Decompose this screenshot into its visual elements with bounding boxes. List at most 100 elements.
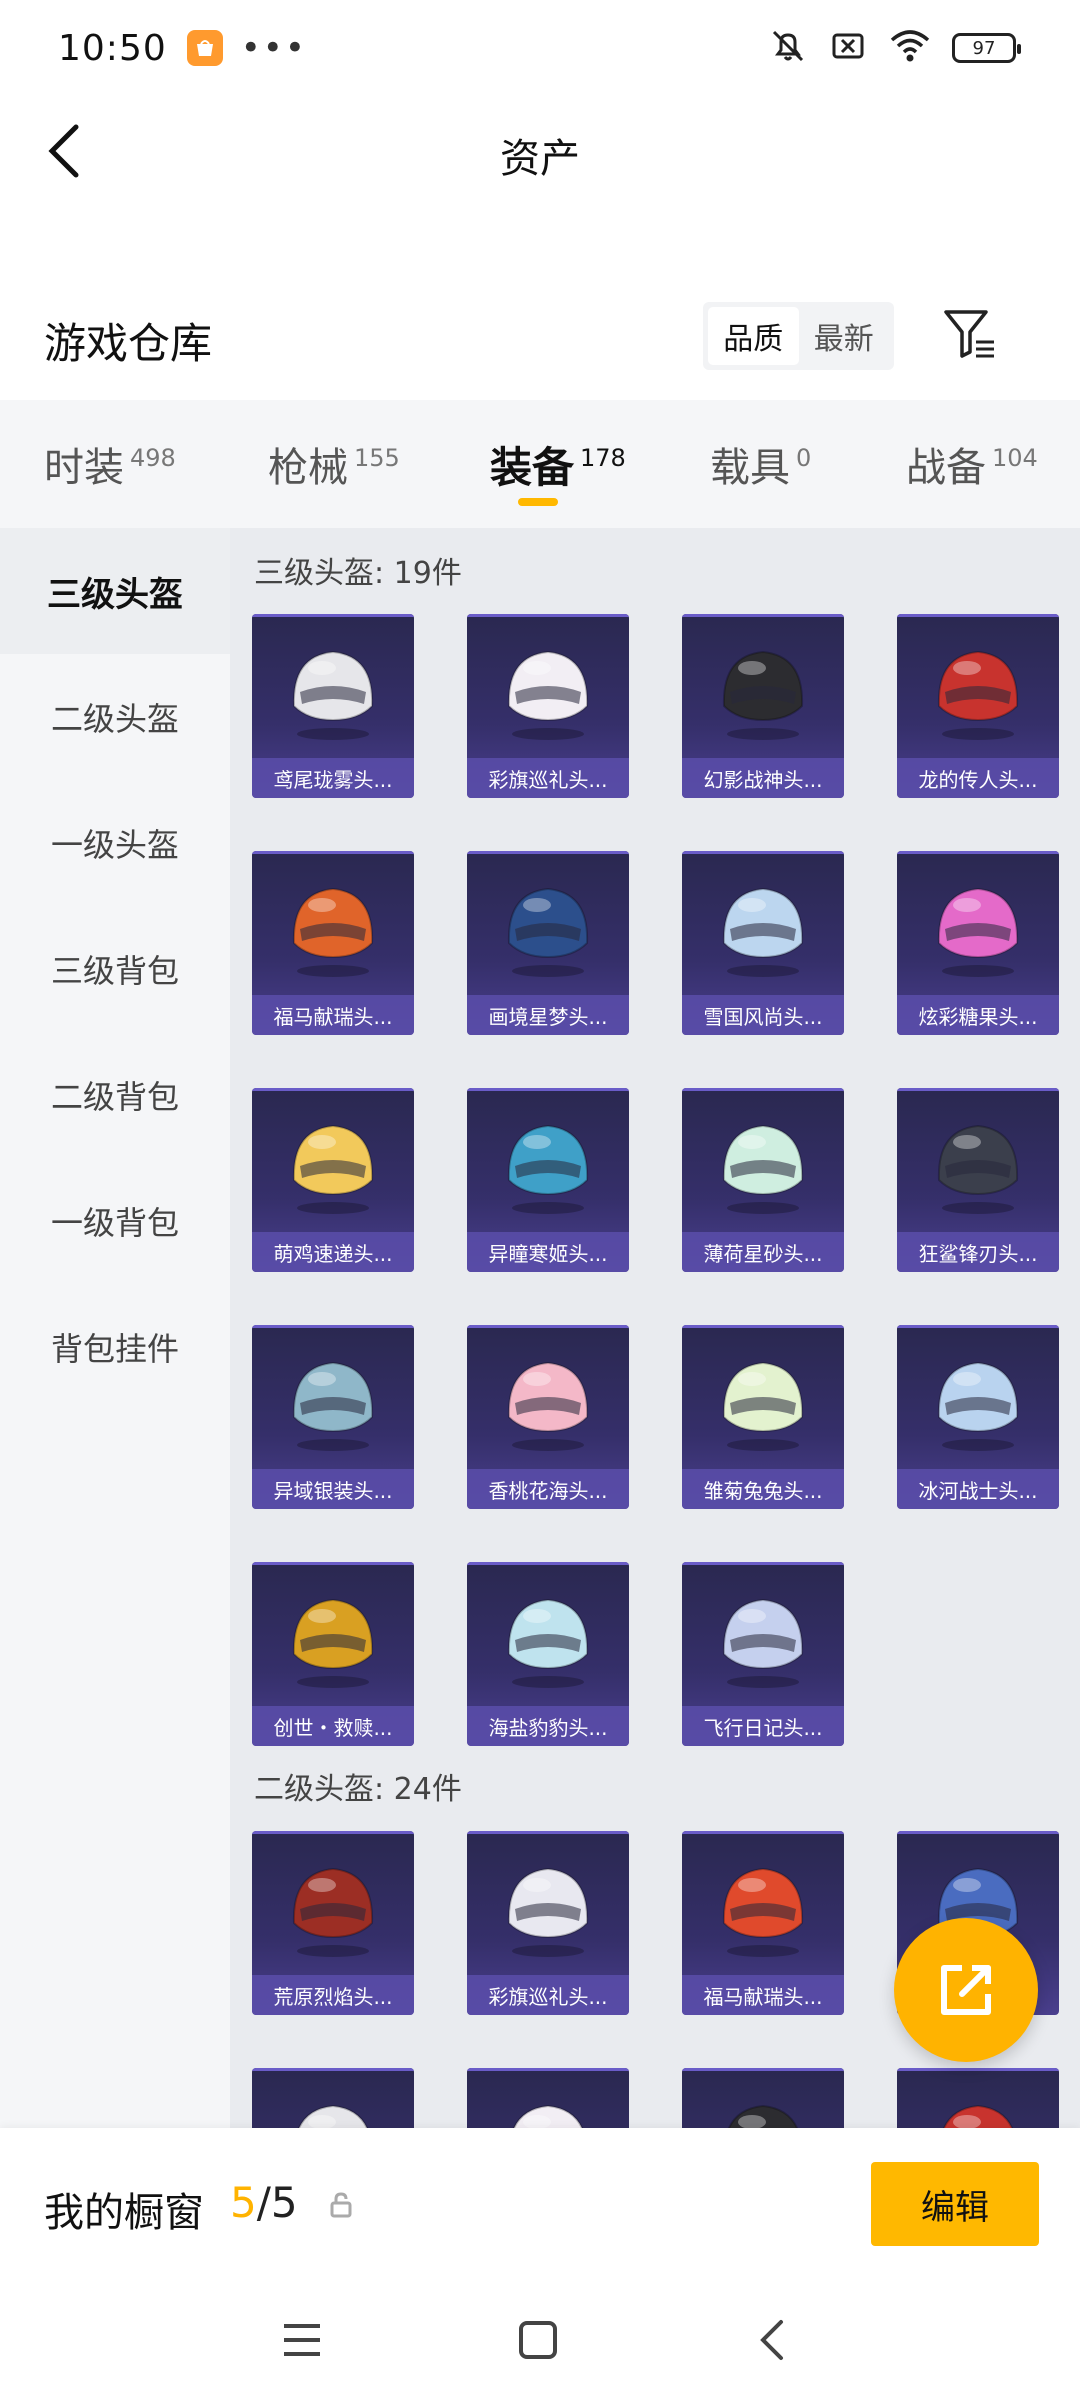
helmet-icon [923, 634, 1033, 744]
tab-equipment[interactable]: 装备 178 [490, 400, 626, 528]
item-card[interactable]: 彩旗巡礼头... [467, 1831, 629, 2015]
tab-count: 178 [580, 444, 626, 472]
helmet-icon [278, 1108, 388, 1218]
tab-count: 155 [354, 444, 400, 472]
item-card[interactable]: 海盐豹豹头... [467, 1562, 629, 1746]
item-card[interactable]: 幻影战神头... [682, 614, 844, 798]
item-card[interactable]: 创世・救赎... [252, 1562, 414, 1746]
item-name: 雏菊兔兔头... [682, 1469, 844, 1509]
sort-toggle: 品质 最新 [703, 302, 894, 370]
back-nav-button[interactable] [742, 2310, 802, 2370]
item-name: 龙的传人头... [897, 758, 1059, 798]
header: 资产 [0, 96, 1080, 206]
helmet-icon [493, 1851, 603, 1961]
item-name: 冰河战士头... [897, 1469, 1059, 1509]
sidebar-item-level1-helmet[interactable]: 一级头盔 [0, 780, 230, 906]
item-card[interactable]: 炫彩糖果头... [897, 851, 1059, 1035]
tab-fashion[interactable]: 时装 498 [44, 400, 176, 528]
helmet-icon [493, 2088, 603, 2128]
helmet-icon [708, 1108, 818, 1218]
helmet-icon [278, 2088, 388, 2128]
showcase-current: 5 [230, 2178, 257, 2227]
item-card[interactable]: 福马献瑞头... [682, 1831, 844, 2015]
item-card[interactable]: 彩旗巡礼头... [467, 614, 629, 798]
item-card[interactable]: 画境星梦头... [467, 851, 629, 1035]
filter-button[interactable] [940, 304, 1000, 364]
wifi-icon [888, 26, 932, 70]
helmet-icon [923, 1345, 1033, 1455]
helmet-icon [708, 2088, 818, 2128]
item-card[interactable]: 萌鸡速递头... [252, 1088, 414, 1272]
helmet-icon [493, 871, 603, 981]
item-card[interactable] [897, 2068, 1059, 2128]
tab-battle-gear[interactable]: 战备 104 [906, 400, 1038, 528]
section-title: 二级头盔: 24件 [254, 1772, 462, 1807]
item-card[interactable]: 福马献瑞头... [252, 851, 414, 1035]
tab-count: 104 [992, 444, 1038, 472]
tab-weapons[interactable]: 枪械 155 [268, 400, 400, 528]
tab-label: 载具 [710, 445, 790, 491]
edit-button[interactable]: 编辑 [871, 2162, 1039, 2246]
category-tabs: 时装 498 枪械 155 装备 178 载具 0 战备 104 [0, 400, 1080, 528]
lock-icon [330, 2192, 352, 2222]
share-button[interactable] [894, 1918, 1038, 2062]
battery-icon: 97 [952, 33, 1021, 63]
item-card[interactable]: 雪国风尚头... [682, 851, 844, 1035]
sidebar-item-level2-helmet[interactable]: 二级头盔 [0, 654, 230, 780]
item-card[interactable]: 薄荷星砂头... [682, 1088, 844, 1272]
status-icons: 97 [768, 26, 1021, 70]
section-title: 三级头盔: 19件 [254, 556, 462, 591]
sim-off-icon [828, 26, 868, 70]
helmet-icon [278, 1851, 388, 1961]
helmet-icon [708, 1851, 818, 1961]
tab-vehicles[interactable]: 载具 0 [710, 400, 811, 528]
item-name: 雪国风尚头... [682, 995, 844, 1035]
helmet-icon [923, 1108, 1033, 1218]
item-card[interactable]: 香桃花海头... [467, 1325, 629, 1509]
tab-label: 时装 [44, 445, 124, 491]
item-card[interactable]: 龙的传人头... [897, 614, 1059, 798]
item-card[interactable] [467, 2068, 629, 2128]
helmet-icon [278, 1582, 388, 1692]
mute-icon [768, 26, 808, 70]
showcase-total: /5 [256, 2178, 298, 2227]
page-title: 资产 [500, 136, 580, 182]
warehouse-row: 游戏仓库 品质 最新 [0, 296, 1080, 376]
item-name: 香桃花海头... [467, 1469, 629, 1509]
sidebar-item-level2-backpack[interactable]: 二级背包 [0, 1032, 230, 1158]
item-card[interactable]: 冰河战士头... [897, 1325, 1059, 1509]
item-card[interactable] [682, 2068, 844, 2128]
item-name: 异域银装头... [252, 1469, 414, 1509]
helmet-icon [493, 1108, 603, 1218]
status-bar: 10:50 ••• 97 [0, 0, 1080, 96]
item-name: 炫彩糖果头... [897, 995, 1059, 1035]
item-name: 萌鸡速递头... [252, 1232, 414, 1272]
helmet-icon [493, 1345, 603, 1455]
item-card[interactable]: 雏菊兔兔头... [682, 1325, 844, 1509]
item-name: 鸢尾珑雾头... [252, 758, 414, 798]
status-time: 10:50 [58, 27, 167, 69]
more-notifications-icon: ••• [240, 28, 307, 68]
item-card[interactable] [252, 2068, 414, 2128]
sidebar-item-backpack-charm[interactable]: 背包挂件 [0, 1284, 230, 1410]
item-card[interactable]: 异瞳寒姬头... [467, 1088, 629, 1272]
helmet-icon [708, 1582, 818, 1692]
helmet-icon [708, 1345, 818, 1455]
item-name: 幻影战神头... [682, 758, 844, 798]
tab-count: 0 [796, 444, 812, 472]
item-card[interactable]: 狂鲨锋刃头... [897, 1088, 1059, 1272]
menu-nav-button[interactable] [272, 2310, 332, 2370]
sort-quality-button[interactable]: 品质 [708, 307, 799, 365]
item-card[interactable]: 飞行日记头... [682, 1562, 844, 1746]
helmet-icon [923, 871, 1033, 981]
item-card[interactable]: 鸢尾珑雾头... [252, 614, 414, 798]
home-nav-button[interactable] [508, 2310, 568, 2370]
item-name: 荒原烈焰头... [252, 1975, 414, 2015]
item-card[interactable]: 异域银装头... [252, 1325, 414, 1509]
sidebar-item-level3-backpack[interactable]: 三级背包 [0, 906, 230, 1032]
sidebar-item-level3-helmet[interactable]: 三级头盔 [0, 528, 230, 654]
sort-newest-button[interactable]: 最新 [799, 307, 890, 365]
tab-count: 498 [130, 444, 176, 472]
item-card[interactable]: 荒原烈焰头... [252, 1831, 414, 2015]
sidebar-item-level1-backpack[interactable]: 一级背包 [0, 1158, 230, 1284]
